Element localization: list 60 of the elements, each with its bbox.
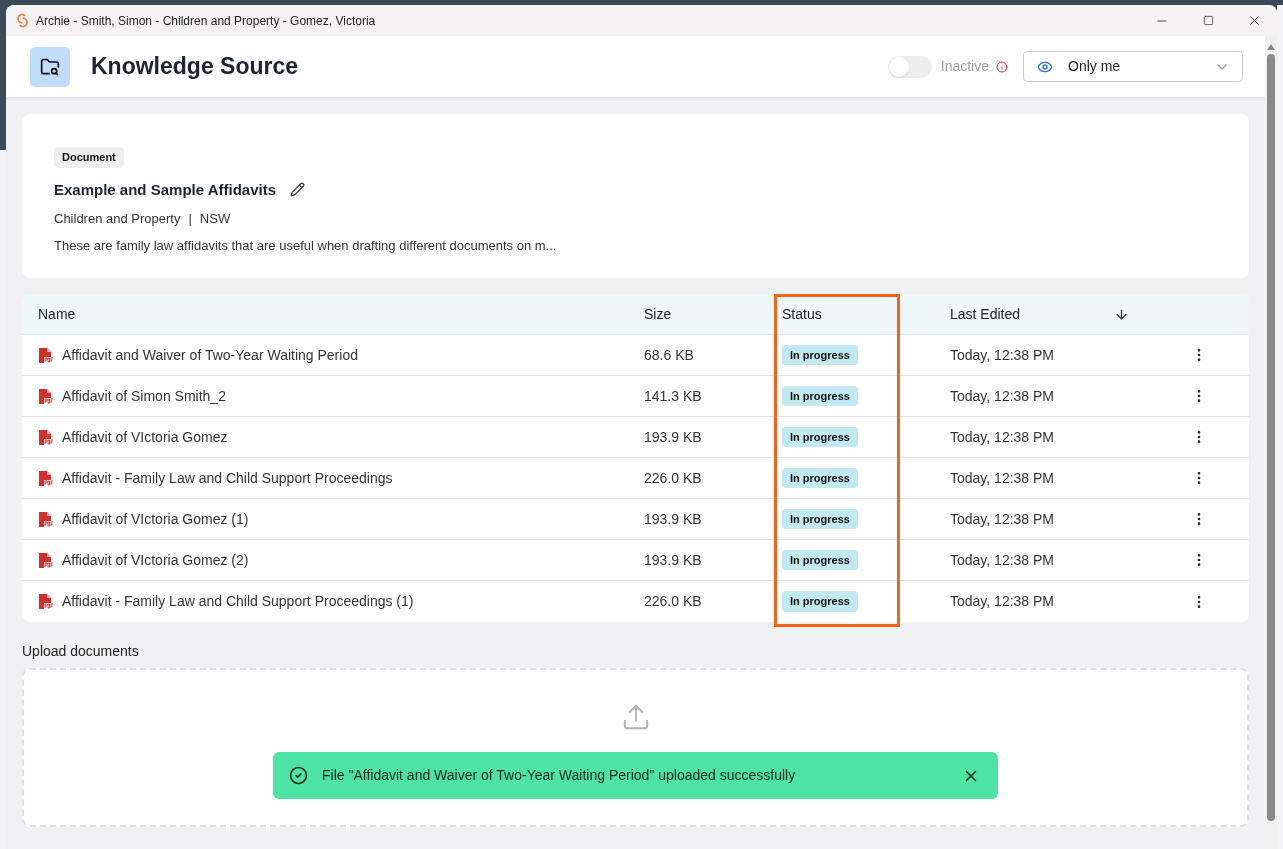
column-header: Last Edited	[950, 305, 1021, 324]
last-edited: Today, 12:38 PM	[950, 345, 1055, 365]
document-title: Example and Sample Affidavits	[54, 179, 276, 200]
document-tag: Document	[54, 147, 124, 168]
file-name: Affidavit of VIctoria Gomez	[62, 427, 228, 447]
status-badge: In progress	[782, 344, 858, 366]
upload-dropzone[interactable]: File "Affidavit and Waiver of Two-Year Waiting Period" uploaded successfully	[22, 668, 1249, 827]
pdf-file-icon	[38, 428, 54, 446]
last-edited: Today, 12:38 PM	[950, 386, 1055, 406]
status-badge: In progress	[782, 549, 858, 571]
document-description: These are family law affidavits that are useful when drafting different documents on m...	[54, 236, 557, 255]
last-edited: Today, 12:38 PM	[950, 468, 1055, 488]
file-name: Affidavit of Simon Smith_2	[62, 386, 226, 406]
upload-label: Upload documents	[22, 642, 140, 661]
file-name: Affidavit and Waiver of Two-Year Waiting Period	[62, 345, 358, 365]
status-badge: In progress	[782, 508, 858, 530]
last-edited: Today, 12:38 PM	[950, 427, 1055, 447]
status-badge: In progress	[782, 591, 858, 612]
file-size: 193.9 KB	[644, 427, 702, 447]
document-region: NSW	[199, 210, 231, 228]
status-badge: In progress	[782, 467, 858, 489]
pencil-icon[interactable]	[290, 182, 305, 198]
column-header: Name	[37, 305, 76, 324]
app-logo-icon	[15, 13, 30, 28]
status-badge: In progress	[782, 426, 858, 448]
pdf-file-icon	[38, 551, 54, 569]
folder-search-icon	[30, 46, 70, 87]
pdf-file-icon	[38, 469, 54, 487]
arrow-down-icon[interactable]	[1114, 307, 1129, 322]
toast-message: File "Affidavit and Waiver of Two-Year Waiting Period" uploaded successfully	[322, 766, 796, 785]
last-edited: Today, 12:38 PM	[950, 550, 1055, 570]
column-header: Status	[782, 305, 822, 324]
visibility-dropdown[interactable]: Only me	[1023, 51, 1243, 82]
toggle-switch[interactable]	[887, 55, 932, 78]
file-size: 141.3 KB	[644, 386, 702, 406]
file-name: Affidavit of VIctoria Gomez (1)	[62, 509, 249, 529]
file-size: 193.9 KB	[644, 550, 702, 570]
info-icon	[996, 60, 1008, 73]
file-name: Affidavit - Family Law and Child Support Proceedings	[62, 468, 393, 488]
last-edited: Today, 12:38 PM	[950, 509, 1055, 529]
column-header: Size	[644, 305, 672, 324]
file-size: 193.9 KB	[644, 509, 702, 529]
toggle-label: Inactive	[940, 57, 989, 76]
file-name: Affidavit of VIctoria Gomez (2)	[62, 550, 249, 570]
meta-separator: |	[188, 210, 192, 228]
document-category: Children and Property	[54, 210, 181, 228]
maximize-icon[interactable]	[1202, 15, 1214, 26]
pdf-file-icon	[38, 510, 54, 528]
file-name: Affidavit - Family Law and Child Support Proceedings (1)	[62, 592, 414, 611]
pdf-file-icon	[38, 593, 54, 610]
file-size: 226.0 KB	[644, 592, 702, 611]
check-icon	[289, 766, 308, 785]
last-edited: Today, 12:38 PM	[950, 592, 1055, 611]
pdf-file-icon	[38, 387, 54, 405]
status-badge: In progress	[782, 385, 858, 407]
file-size: 226.0 KB	[644, 468, 702, 488]
pdf-file-icon	[38, 346, 54, 364]
page-title: Knowledge Source	[91, 52, 299, 82]
file-size: 68.6 KB	[644, 345, 694, 365]
window-title: Archie - Smith, Simon - Children and Property - Gomez, Victoria	[36, 12, 376, 30]
